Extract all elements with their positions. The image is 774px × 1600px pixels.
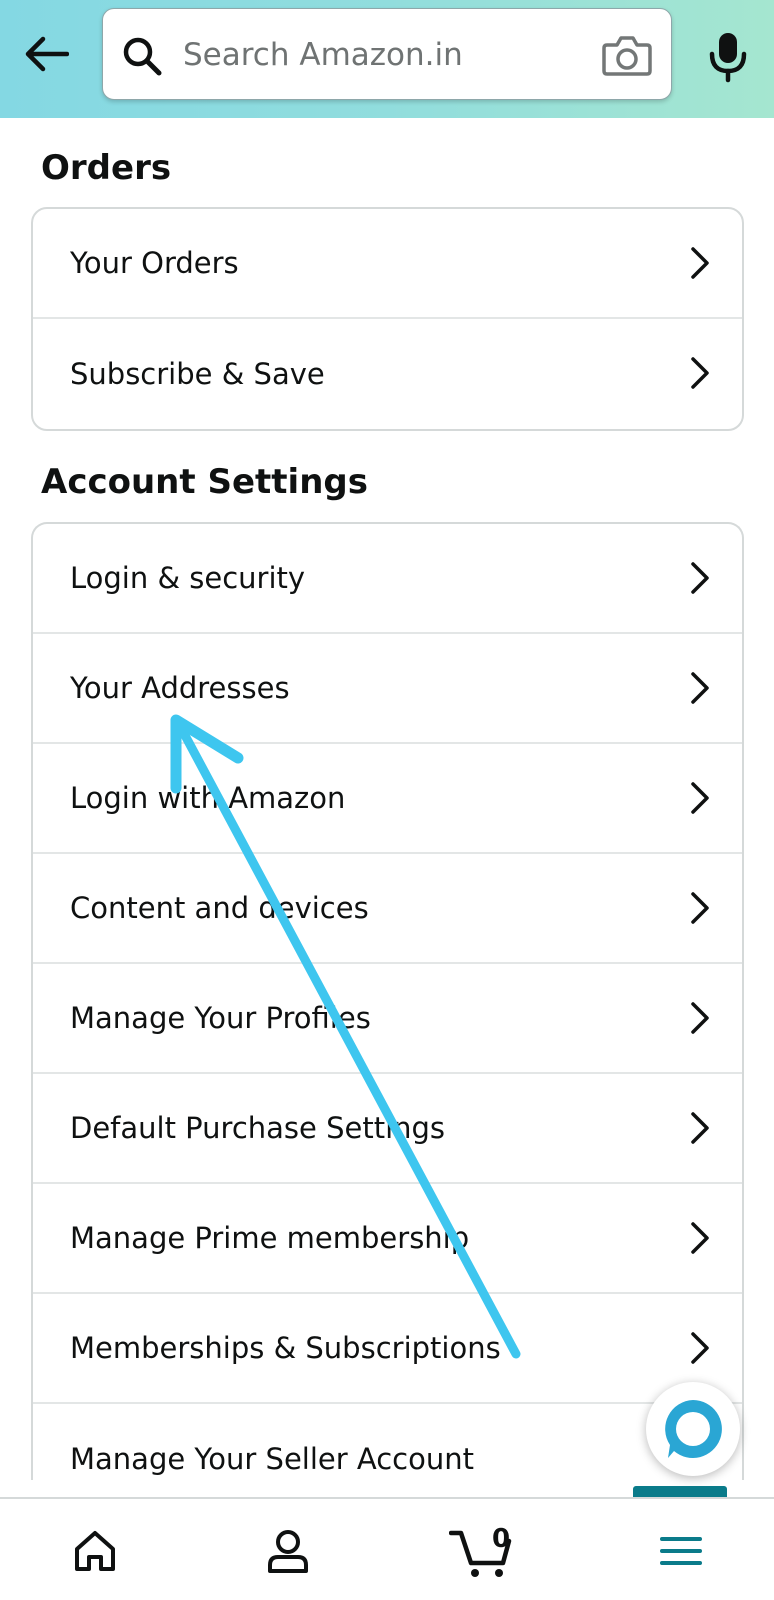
menu-item-label: Manage Prime membership [70, 1221, 470, 1255]
chevron-right-icon [691, 1332, 709, 1364]
bottom-nav [0, 1497, 774, 1600]
alexa-icon [665, 1400, 722, 1458]
chevron-right-icon [691, 562, 709, 594]
menu-item-label: Subscribe & Save [70, 357, 325, 391]
nav-account[interactable] [243, 1499, 333, 1600]
menu-item-label: Login with Amazon [70, 781, 346, 815]
menu-item-your-addresses[interactable]: Your Addresses [33, 634, 742, 744]
menu-item-your-orders[interactable]: Your Orders [33, 209, 742, 319]
menu-item-subscribe-save[interactable]: Subscribe & Save [33, 319, 742, 429]
search-input[interactable] [183, 27, 583, 83]
menu-item-label: Content and devices [70, 891, 369, 925]
menu-item-content-devices[interactable]: Content and devices [33, 854, 742, 964]
cart-count-badge: 0 [491, 1524, 511, 1554]
back-button[interactable] [20, 28, 72, 80]
chevron-right-icon [691, 1002, 709, 1034]
menu-item-label: Manage Your Seller Account [70, 1442, 474, 1476]
nav-menu[interactable] [636, 1499, 726, 1600]
arrow-left-icon [25, 36, 69, 72]
alexa-button[interactable] [646, 1382, 740, 1476]
menu-item-manage-profiles[interactable]: Manage Your Profiles [33, 964, 742, 1074]
menu-item-label: Your Addresses [70, 671, 290, 705]
active-tab-indicator [633, 1486, 727, 1497]
chevron-right-icon [691, 892, 709, 924]
menu-item-label: Default Purchase Settings [70, 1111, 446, 1145]
chevron-right-icon [691, 782, 709, 814]
menu-icon [660, 1536, 702, 1565]
menu-item-label: Your Orders [70, 246, 239, 280]
voice-search-button[interactable] [700, 28, 756, 84]
section-title-account-settings: Account Settings [41, 462, 368, 502]
menu-item-seller-account[interactable]: Manage Your Seller Account [33, 1404, 742, 1480]
menu-item-label: Memberships & Subscriptions [70, 1331, 501, 1365]
home-icon [75, 1530, 115, 1571]
top-bar [0, 0, 774, 118]
chevron-right-icon [691, 357, 709, 389]
camera-icon[interactable] [601, 33, 653, 77]
menu-item-manage-prime[interactable]: Manage Prime membership [33, 1184, 742, 1294]
menu-item-login-with-amazon[interactable]: Login with Amazon [33, 744, 742, 854]
menu-item-login-security[interactable]: Login & security [33, 524, 742, 634]
chevron-right-icon [691, 247, 709, 279]
section-title-orders: Orders [41, 148, 172, 188]
user-icon [268, 1529, 308, 1573]
search-icon [123, 37, 162, 76]
menu-item-default-purchase-settings[interactable]: Default Purchase Settings [33, 1074, 742, 1184]
chevron-right-icon [691, 1222, 709, 1254]
menu-item-memberships-subscriptions[interactable]: Memberships & Subscriptions [33, 1294, 742, 1404]
chevron-right-icon [691, 1112, 709, 1144]
menu-item-label: Manage Your Profiles [70, 1001, 371, 1035]
nav-home[interactable] [50, 1499, 140, 1600]
chevron-right-icon [691, 672, 709, 704]
search-box[interactable] [102, 8, 672, 100]
account-settings-card: Login & security Your Addresses Login wi… [31, 522, 744, 1480]
orders-card: Your Orders Subscribe & Save [31, 207, 744, 431]
microphone-icon [709, 33, 747, 83]
menu-item-label: Login & security [70, 561, 306, 595]
